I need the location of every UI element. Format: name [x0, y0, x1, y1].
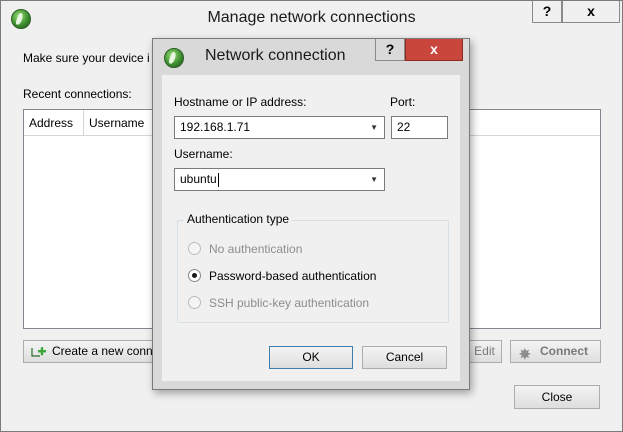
radio-button[interactable]	[188, 269, 201, 282]
hostname-combobox[interactable]: 192.168.1.71 ▼	[174, 116, 385, 139]
hostname-label: Hostname or IP address:	[174, 95, 307, 109]
authentication-type-group: Authentication type No authentication Pa…	[177, 212, 449, 323]
help-button[interactable]: ?	[532, 1, 562, 23]
port-input[interactable]: 22	[391, 116, 448, 139]
close-button[interactable]: Close	[514, 385, 600, 409]
edit-button[interactable]: Edit	[467, 340, 502, 363]
dialog-title: Network connection	[205, 47, 346, 64]
username-value: ubuntu	[180, 172, 217, 186]
radio-button[interactable]	[188, 242, 201, 255]
window-close-button[interactable]: x	[562, 1, 620, 23]
chevron-down-icon[interactable]: ▼	[370, 117, 378, 138]
column-header-address[interactable]: Address	[24, 110, 84, 136]
text-cursor	[217, 172, 219, 187]
connect-button[interactable]: ✵ Connect	[510, 340, 601, 363]
window-titlebar: Manage network connections ? x	[1, 1, 622, 36]
radio-label: No authentication	[209, 242, 303, 256]
username-combobox[interactable]: ubuntu ▼	[174, 168, 385, 191]
port-label: Port:	[390, 95, 416, 109]
radio-label: Password-based authentication	[209, 269, 377, 283]
port-value: 22	[397, 120, 411, 134]
hostname-value: 192.168.1.71	[180, 120, 251, 134]
dialog-help-button[interactable]: ?	[375, 39, 405, 61]
recent-connections-label: Recent connections:	[23, 87, 132, 101]
network-connection-dialog: Network connection ? x Hostname or IP ad…	[152, 38, 470, 390]
chevron-down-icon[interactable]: ▼	[370, 169, 378, 190]
dialog-close-button[interactable]: x	[405, 39, 463, 61]
radio-button[interactable]	[188, 296, 201, 309]
connect-label: Connect	[540, 344, 588, 358]
dialog-body: Hostname or IP address: Port: 192.168.1.…	[162, 75, 460, 381]
app-globe-icon	[164, 48, 184, 68]
ok-button[interactable]: OK	[269, 346, 353, 369]
cancel-button[interactable]: Cancel	[362, 346, 447, 369]
create-connection-button[interactable]: Create a new conn	[23, 340, 173, 363]
authentication-type-label: Authentication type	[184, 212, 293, 226]
plug-icon: ✵	[519, 346, 531, 362]
window-title: Manage network connections	[207, 9, 416, 26]
username-label: Username:	[174, 147, 233, 161]
instruction-text: Make sure your device i	[23, 51, 150, 65]
radio-label: SSH public-key authentication	[209, 296, 370, 310]
add-connection-icon	[31, 347, 46, 357]
create-connection-label: Create a new conn	[52, 344, 153, 358]
dialog-titlebar: Network connection ? x	[153, 39, 469, 75]
